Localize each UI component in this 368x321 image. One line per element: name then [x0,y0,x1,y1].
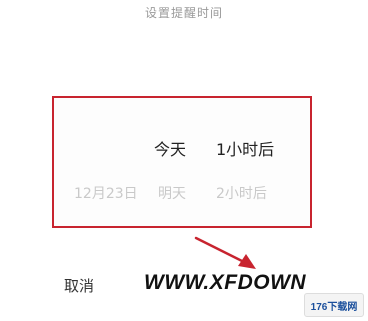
watermark-text: WWW.XFDOWN [144,271,307,294]
cancel-button[interactable]: 取消 [64,275,94,296]
site-logo: 176下载网 [304,293,364,317]
site-logo-label: 176下载网 [310,301,358,313]
